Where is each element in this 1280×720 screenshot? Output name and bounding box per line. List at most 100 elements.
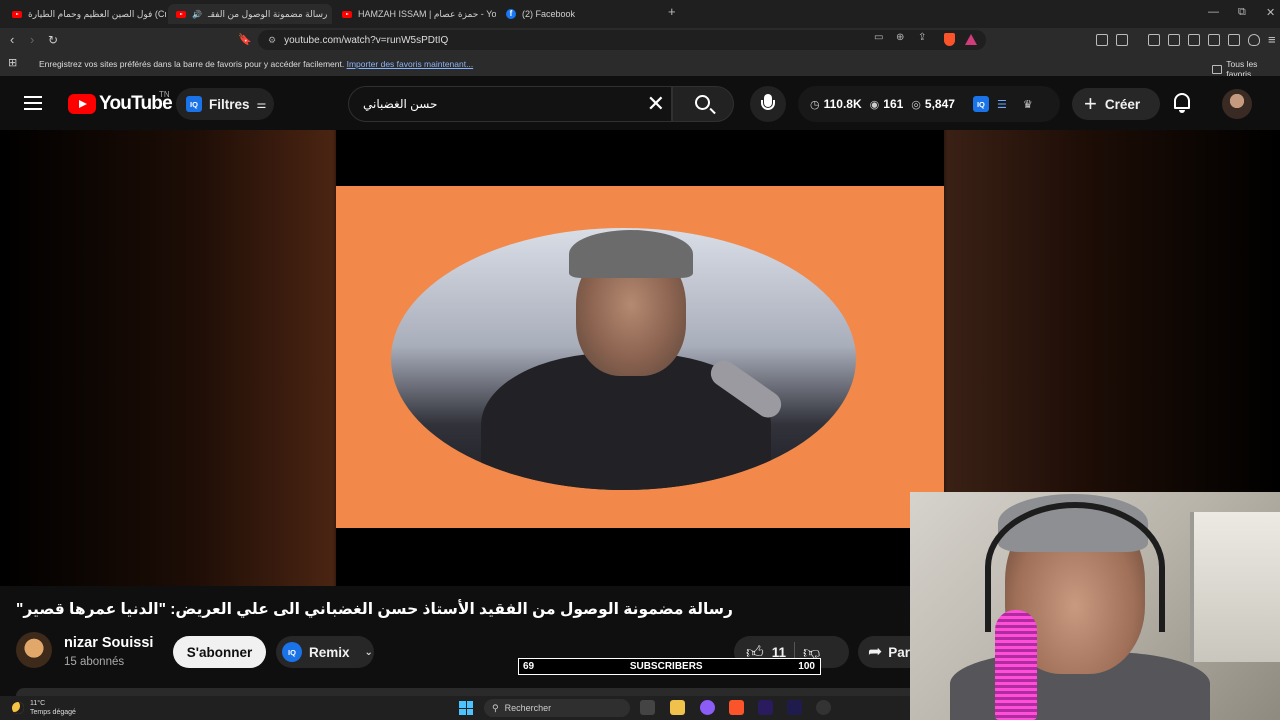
- library-icon[interactable]: [1168, 34, 1180, 46]
- iq-icon[interactable]: IQ: [972, 96, 989, 112]
- search-query-text[interactable]: حسن الغضباني: [363, 97, 437, 111]
- remix-button[interactable]: IQ Remix ⌄: [276, 636, 374, 668]
- search-input[interactable]: حسن الغضباني ✕: [348, 86, 672, 122]
- maximize-button[interactable]: ⧉: [1238, 6, 1246, 19]
- speaker-hair: [569, 230, 693, 278]
- site-info-icon[interactable]: ⚙: [268, 35, 276, 46]
- zoom-icon[interactable]: ⊕: [896, 32, 904, 43]
- sliders-icon: ⚌: [256, 98, 267, 111]
- share-button[interactable]: ➦ Partager: [858, 636, 918, 668]
- share-page-icon[interactable]: ⇪: [918, 32, 926, 43]
- taskbar-search-placeholder: Rechercher: [504, 703, 552, 713]
- after-effects-icon[interactable]: [787, 700, 802, 715]
- youtube-icon: [176, 10, 186, 18]
- search-button[interactable]: [672, 86, 734, 122]
- voice-search-button[interactable]: [750, 86, 786, 122]
- brave-shields-icon[interactable]: [944, 33, 955, 46]
- premiere-pro-icon[interactable]: [758, 700, 773, 715]
- temperature: 11°C: [30, 700, 46, 707]
- wallet-icon[interactable]: [1208, 34, 1220, 46]
- filters-label: Filtres: [209, 96, 250, 112]
- apps-grid-icon[interactable]: ⊞: [8, 55, 17, 71]
- youtube-logo[interactable]: YouTube: [68, 93, 173, 115]
- sub-goal-label: SUBSCRIBERS: [629, 661, 703, 672]
- forward-icon[interactable]: ›: [30, 32, 34, 48]
- chevron-down-icon[interactable]: ⌄: [365, 647, 373, 658]
- menu-icon[interactable]: [24, 96, 42, 110]
- list-icon[interactable]: ☰: [997, 98, 1007, 111]
- speaker-portrait-image: [391, 228, 856, 490]
- trophy-icon[interactable]: ♛: [1023, 98, 1033, 111]
- search-icon: ⚲: [492, 702, 499, 713]
- reload-icon[interactable]: ↻: [48, 32, 58, 48]
- watching-stat: ◉ 161: [870, 97, 904, 111]
- obs-icon[interactable]: [816, 700, 831, 715]
- tab-title: فول الصين العظيم وحمام الطيارة (Crisis): [28, 8, 166, 19]
- discord-icon[interactable]: [700, 700, 715, 715]
- browser-tab-bar: فول الصين العظيم وحمام الطيارة (Crisis) …: [0, 0, 1280, 28]
- user-avatar[interactable]: [1222, 89, 1252, 119]
- background-window: [1190, 512, 1280, 662]
- vpn-icon[interactable]: [1248, 34, 1260, 46]
- create-label: Créer: [1104, 96, 1141, 112]
- notifications-bell-icon[interactable]: [1172, 92, 1192, 114]
- iq-icon: IQ: [282, 642, 302, 662]
- microphone-stand: [761, 100, 775, 110]
- tab-title: رسالة مضمونة الوصول من الفقـ: [207, 8, 328, 19]
- description-edge: [16, 688, 910, 696]
- tab-3[interactable]: HAMZAH ISSAM | حمزة عصام - YouTube: [334, 4, 496, 24]
- channel-name[interactable]: nizar Souissi: [64, 635, 153, 651]
- taskbar-search[interactable]: ⚲ Rechercher: [484, 699, 630, 717]
- back-icon[interactable]: ‹: [10, 32, 14, 48]
- leo-icon[interactable]: [1228, 34, 1240, 46]
- subscriber-goal-overlay: 69 SUBSCRIBERS 100: [518, 658, 821, 675]
- impressions-stat: ◎ 5,847: [911, 97, 955, 111]
- bookmark-icon[interactable]: 🔖: [238, 32, 252, 48]
- channel-avatar[interactable]: [16, 632, 52, 668]
- menu-icon[interactable]: ≡: [1268, 32, 1276, 48]
- stats-panel: ◷ 110.8K ◉ 161 ◎ 5,847 IQ ☰ ♛: [798, 86, 1060, 122]
- page-lower-strip: [0, 688, 910, 696]
- bookmarks-message: Enregistrez vos sites préférés dans la b…: [39, 59, 473, 69]
- clear-search-icon[interactable]: ✕: [647, 92, 665, 116]
- tab-1[interactable]: فول الصين العظيم وحمام الطيارة (Crisis): [4, 4, 166, 24]
- reading-list-icon[interactable]: [1116, 34, 1128, 46]
- filters-button[interactable]: IQ Filtres ⚌: [176, 88, 274, 120]
- brave-rewards-icon[interactable]: [965, 34, 977, 45]
- channel-subscribers: 15 abonnés: [64, 656, 125, 668]
- webcam-overlay: [910, 492, 1280, 720]
- brave-icon[interactable]: [729, 700, 744, 715]
- url-text[interactable]: youtube.com/watch?v=runW5sPDtIQ: [284, 35, 448, 46]
- search-icon: [695, 95, 710, 110]
- sidebar-icon[interactable]: [1188, 34, 1200, 46]
- extensions-icon[interactable]: [1096, 34, 1108, 46]
- facebook-icon: f: [506, 9, 516, 19]
- video-title: "رسالة مضمونة الوصول من الفقيد الأستاذ ح…: [16, 601, 733, 618]
- minimize-button[interactable]: —: [1208, 6, 1219, 18]
- windows-start-icon[interactable]: [459, 701, 473, 715]
- views-stat: ◷ 110.8K: [810, 97, 862, 111]
- sub-count-current: 69: [523, 661, 535, 672]
- cast-icon[interactable]: ▭: [874, 32, 883, 43]
- weather-widget[interactable]: 11°C Temps dégagé: [12, 699, 76, 717]
- youtube-header: YouTube TN IQ Filtres ⚌ حسن الغضباني ✕ ◷…: [0, 76, 1280, 130]
- youtube-icon: [12, 10, 22, 18]
- tab-title: (2) Facebook: [522, 9, 576, 19]
- file-explorer-icon[interactable]: [670, 700, 685, 715]
- subscribe-button[interactable]: S'abonner: [173, 636, 266, 668]
- remix-label: Remix: [309, 644, 350, 660]
- moon-icon: [12, 702, 24, 714]
- create-button[interactable]: + Créer: [1072, 88, 1160, 120]
- new-tab-button[interactable]: +: [668, 4, 676, 19]
- close-window-button[interactable]: ✕: [1266, 6, 1275, 19]
- downloads-icon[interactable]: [1148, 34, 1160, 46]
- windows-taskbar: 11°C Temps dégagé ⚲ Rechercher: [0, 696, 910, 720]
- country-code: TN: [159, 90, 170, 99]
- import-bookmarks-link[interactable]: Importer des favoris maintenant...: [347, 59, 474, 69]
- youtube-icon: [342, 10, 352, 18]
- video-content[interactable]: [336, 186, 944, 528]
- tab-2-active[interactable]: 🔊 رسالة مضمونة الوصول من الفقـ ✕: [168, 4, 332, 24]
- task-view-icon[interactable]: [640, 700, 655, 715]
- weather-text: 11°C Temps dégagé: [30, 699, 76, 717]
- tab-4[interactable]: f (2) Facebook: [498, 4, 660, 24]
